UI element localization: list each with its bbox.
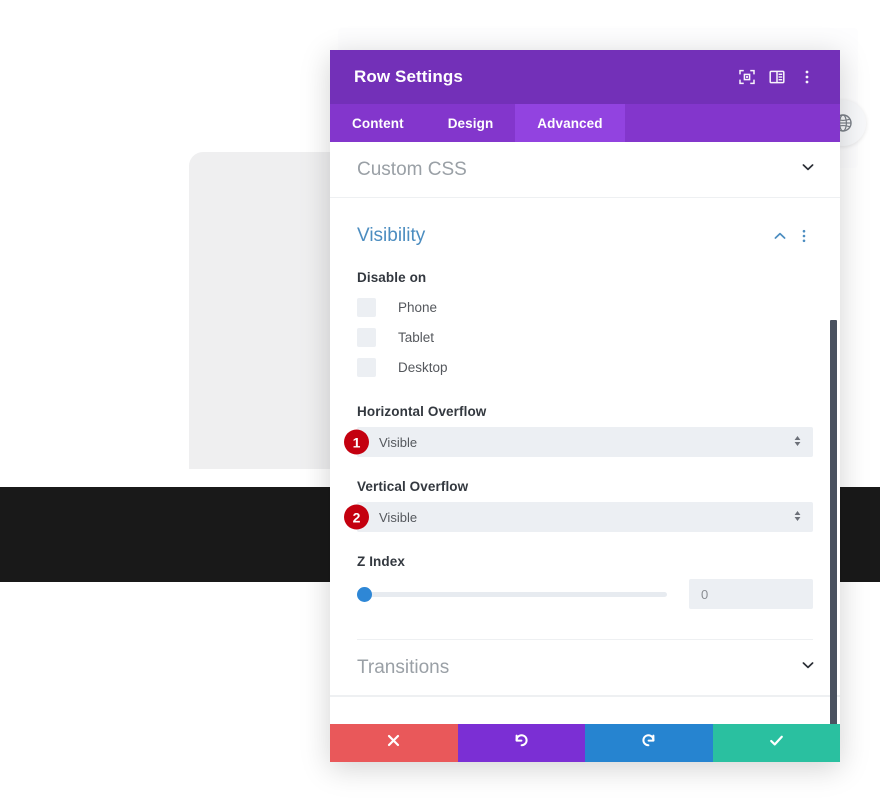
chevron-up-icon[interactable] <box>768 224 792 248</box>
tab-content[interactable]: Content <box>330 104 426 142</box>
undo-button[interactable] <box>457 724 585 762</box>
checkbox-row-tablet[interactable]: Tablet <box>357 323 813 352</box>
checkbox-desktop[interactable] <box>357 358 376 377</box>
redo-icon <box>640 732 657 754</box>
z-index-slider[interactable] <box>357 583 667 605</box>
checkbox-tablet[interactable] <box>357 328 376 347</box>
undo-icon <box>513 732 530 754</box>
modal-action-bar <box>330 724 840 762</box>
step-badge-1: 1 <box>344 429 369 455</box>
section-custom-css-title: Custom CSS <box>357 158 467 180</box>
chevron-down-icon[interactable] <box>800 159 816 180</box>
z-index-slider-track <box>357 591 667 597</box>
checkbox-row-desktop[interactable]: Desktop <box>357 353 813 382</box>
checkbox-label-desktop: Desktop <box>398 360 448 375</box>
visibility-fields: Disable on Phone Tablet Desktop Horizont… <box>330 270 840 640</box>
page-title: Row Settings <box>354 67 463 86</box>
save-button[interactable] <box>712 724 840 762</box>
row-settings-modal: Row Settings Content Design Advanced Cus… <box>330 50 840 762</box>
disable-on-label: Disable on <box>357 270 427 285</box>
modal-tabs: Content Design Advanced <box>330 104 840 142</box>
section-visibility-header: Visibility <box>330 198 840 248</box>
help-area: ? Help <box>330 696 840 724</box>
horizontal-overflow-select[interactable]: Visible <box>357 427 813 457</box>
discard-button[interactable] <box>330 724 458 762</box>
tab-advanced[interactable]: Advanced <box>515 104 625 142</box>
chevron-down-icon[interactable] <box>800 657 816 678</box>
z-index-slider-thumb[interactable] <box>357 586 372 602</box>
horizontal-overflow-label: Horizontal Overflow <box>357 404 487 419</box>
z-index-input[interactable]: 0 <box>689 579 813 609</box>
check-icon <box>768 732 785 754</box>
section-custom-css[interactable]: Custom CSS <box>330 142 840 198</box>
vertical-overflow-label: Vertical Overflow <box>357 479 469 494</box>
z-index-label: Z Index <box>357 554 405 569</box>
section-visibility-more-vertical-icon[interactable] <box>792 224 816 248</box>
vertical-overflow-row: Visible 2 <box>344 502 813 532</box>
z-index-value: 0 <box>701 586 709 602</box>
vertical-overflow-value: Visible <box>379 509 418 525</box>
modal-body: Custom CSS Visibility Disable on Phone T… <box>330 142 840 724</box>
redo-button[interactable] <box>585 724 713 762</box>
modal-header: Row Settings <box>330 50 840 104</box>
checkbox-row-phone[interactable]: Phone <box>357 293 813 322</box>
modal-scrollbar[interactable] <box>830 320 837 724</box>
checkbox-phone[interactable] <box>357 298 376 317</box>
layout-panel-icon[interactable] <box>762 62 792 92</box>
checkbox-label-phone: Phone <box>398 300 438 315</box>
section-transitions[interactable]: Transitions <box>330 640 840 696</box>
select-updown-arrow-icon <box>792 508 803 527</box>
select-updown-arrow-icon <box>792 433 803 452</box>
close-icon <box>386 733 401 753</box>
z-index-row: 0 <box>357 579 813 609</box>
section-transitions-title: Transitions <box>357 656 450 678</box>
horizontal-overflow-value: Visible <box>379 434 418 450</box>
more-vertical-icon[interactable] <box>792 62 822 92</box>
section-visibility-title: Visibility <box>357 225 426 246</box>
tab-design[interactable]: Design <box>426 104 516 142</box>
step-badge-2: 2 <box>344 504 369 530</box>
checkbox-label-tablet: Tablet <box>398 330 435 345</box>
screen: Designed by Elegant Themes Row Settings <box>0 0 880 802</box>
horizontal-overflow-row: Visible 1 <box>344 427 813 457</box>
focus-icon[interactable] <box>732 62 762 92</box>
vertical-overflow-select[interactable]: Visible <box>357 502 813 532</box>
